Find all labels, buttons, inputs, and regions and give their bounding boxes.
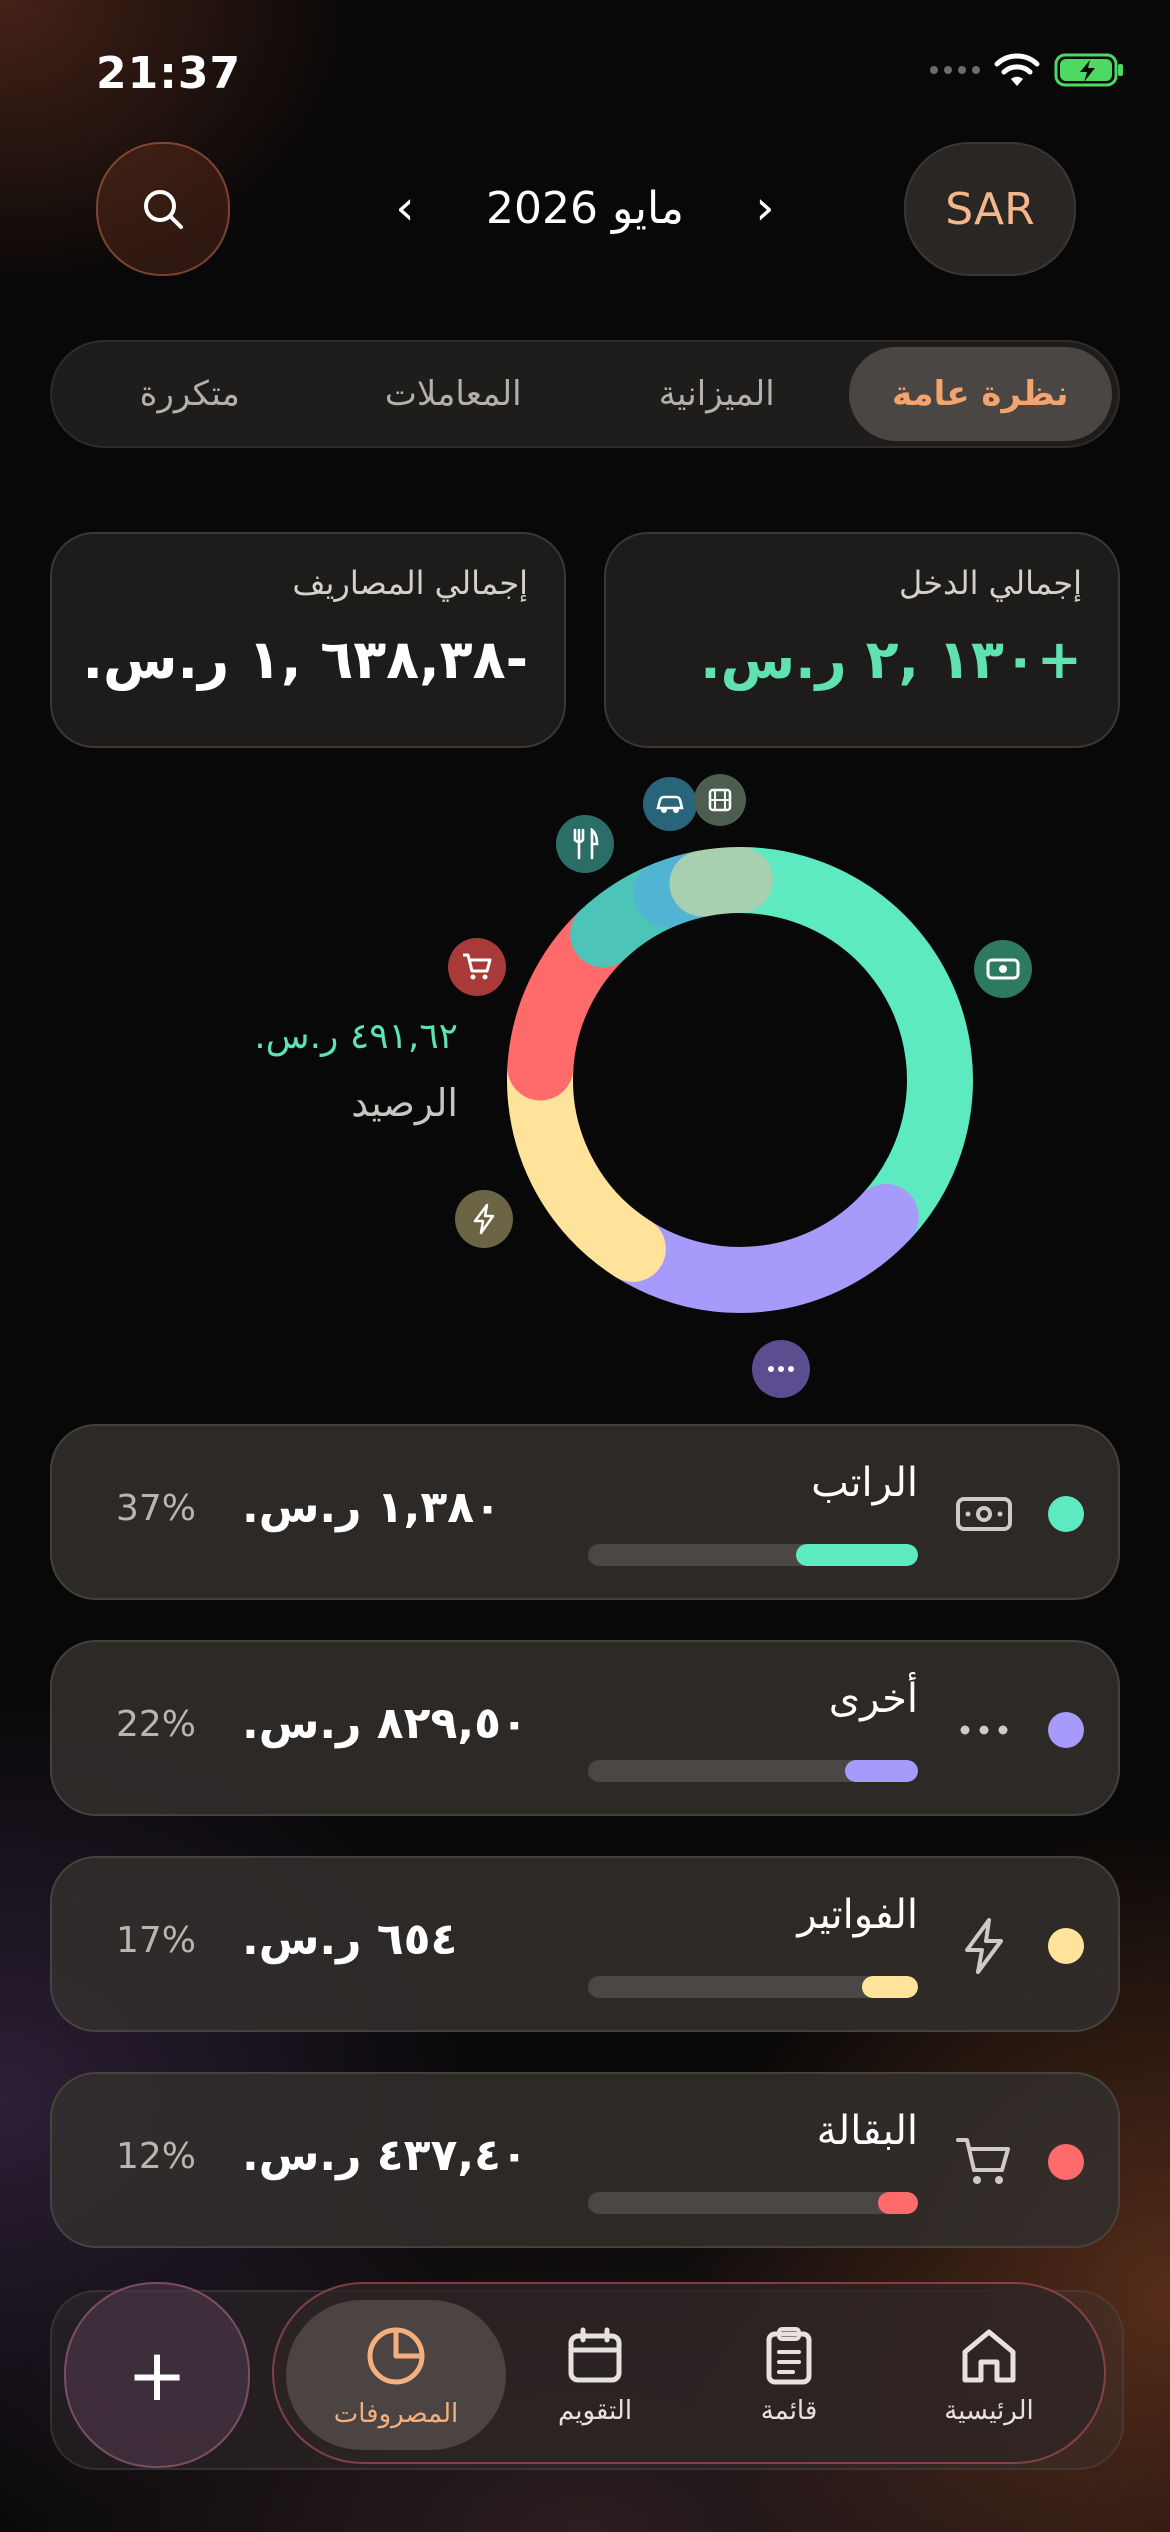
income-value: +١٣٠ ,٢ ر.س. [700, 628, 1082, 691]
category-color-dot [1048, 1496, 1084, 1532]
tab-overview[interactable]: نظرة عامة [848, 347, 1112, 441]
category-amount: ٨٢٩,٥٠ ر.س. [242, 1698, 528, 1749]
film-badge-icon[interactable] [694, 774, 746, 826]
expense-value: -٦٣٨,٣٨ ,١ ر.س. [82, 628, 528, 691]
battery-charging-icon [1054, 53, 1123, 87]
add-button[interactable]: + [64, 2282, 250, 2468]
tab-budget[interactable]: الميزانية [585, 347, 849, 441]
more-icon [952, 1698, 1016, 1762]
category-color-dot [1048, 1928, 1084, 1964]
category-row-bills[interactable]: الفواتير ٦٥٤ ر.س. 17% [50, 1856, 1120, 2032]
category-percent: 22% [116, 1704, 197, 1745]
category-color-dot [1048, 1712, 1084, 1748]
category-progress [588, 2192, 918, 2214]
status-time: 21:37 [96, 48, 242, 99]
bottom-nav: الرئيسية قائمة التقويم المصروفات [272, 2282, 1106, 2464]
balance-label: الرصيد [351, 1081, 458, 1125]
clipboard-list-icon [766, 2327, 812, 2385]
category-name: الراتب [811, 1460, 918, 1506]
search-icon [144, 190, 183, 229]
wifi-icon [994, 53, 1040, 86]
category-amount: ٤٣٧,٤٠ ر.س. [242, 2130, 528, 2181]
cart-badge-icon[interactable] [448, 938, 506, 996]
income-summary-card[interactable]: إجمالي الدخل +١٣٠ ,٢ ر.س. [604, 532, 1120, 748]
chevron-left-icon[interactable]: ‹ [380, 180, 430, 236]
home-icon [962, 2329, 1016, 2383]
cellular-signal-icon [930, 66, 980, 74]
status-icons [930, 52, 1126, 88]
category-progress-fill [795, 1544, 918, 1566]
category-color-dot [1048, 2144, 1084, 2180]
balance-block: ٤٩١,٦٢ ر.س. الرصيد [168, 1016, 458, 1125]
chevron-right-icon[interactable]: › [740, 180, 790, 236]
cash-badge-icon[interactable] [974, 940, 1032, 998]
category-progress [588, 1760, 918, 1782]
donut-chart [490, 830, 990, 1330]
nav-calendar-label: التقويم [557, 2396, 633, 2426]
nav-home[interactable]: الرئيسية [904, 2300, 1074, 2450]
tab-transactions[interactable]: المعاملات [322, 347, 586, 441]
currency-button[interactable]: SAR [904, 142, 1076, 276]
segmented-tabs: نظرة عامة الميزانية المعاملات متكررة [50, 340, 1120, 448]
category-amount: ٦٥٤ ر.س. [242, 1914, 458, 1965]
cart-icon [952, 2130, 1016, 2194]
category-percent: 37% [116, 1488, 197, 1529]
nav-expenses-label: المصروفات [333, 2399, 459, 2429]
tab-recurring[interactable]: متكررة [58, 347, 322, 441]
donut-chart-svg [507, 847, 973, 1313]
balance-amount: ٤٩١,٦٢ ر.س. [254, 1016, 458, 1057]
status-bar: 21:37 [96, 42, 1126, 102]
donut-segment-0 [707, 847, 973, 1250]
donut-segment-1 [599, 1183, 919, 1313]
nav-list-label: قائمة [760, 2396, 818, 2426]
category-row-other[interactable]: أخرى ٨٢٩,٥٠ ر.س. 22% [50, 1640, 1120, 1816]
lightning-icon [952, 1914, 1016, 1978]
month-label: مايو 2026 [486, 182, 684, 234]
pie-chart-icon [367, 2327, 425, 2385]
category-progress-fill [845, 1760, 918, 1782]
expense-summary-card[interactable]: إجمالي المصاريف -٦٣٨,٣٨ ,١ ر.س. [50, 532, 566, 748]
cash-icon [952, 1482, 1016, 1546]
category-row-groceries[interactable]: البقالة ٤٣٧,٤٠ ر.س. 12% [50, 2072, 1120, 2248]
category-percent: 17% [116, 1920, 197, 1961]
lightning-badge-icon[interactable] [455, 1190, 513, 1248]
calendar-icon [568, 2327, 622, 2383]
category-name: الفواتير [797, 1892, 918, 1938]
category-progress [588, 1976, 918, 1998]
category-row-salary[interactable]: الراتب ١,٣٨٠ ر.س. 37% [50, 1424, 1120, 1600]
expense-label: إجمالي المصاريف [292, 564, 528, 602]
search-button[interactable] [96, 142, 230, 276]
nav-expenses[interactable]: المصروفات [286, 2300, 506, 2450]
month-navigator: ‹ مايو 2026 › [380, 168, 790, 248]
category-amount: ١,٣٨٠ ر.س. [242, 1482, 501, 1533]
income-label: إجمالي الدخل [899, 564, 1082, 602]
nav-home-label: الرئيسية [944, 2396, 1034, 2426]
more-badge-icon[interactable] [752, 1340, 810, 1398]
category-name: أخرى [828, 1676, 918, 1722]
fork-knife-badge-icon[interactable] [556, 815, 614, 873]
nav-list[interactable]: قائمة [704, 2300, 874, 2450]
category-progress [588, 1544, 918, 1566]
category-progress-fill [861, 1976, 918, 1998]
category-name: البقالة [816, 2108, 918, 2154]
category-progress-fill [878, 2192, 918, 2214]
nav-calendar[interactable]: التقويم [510, 2300, 680, 2450]
donut-segment-6 [669, 847, 773, 917]
car-badge-icon[interactable] [643, 777, 697, 831]
category-percent: 12% [116, 2136, 197, 2177]
